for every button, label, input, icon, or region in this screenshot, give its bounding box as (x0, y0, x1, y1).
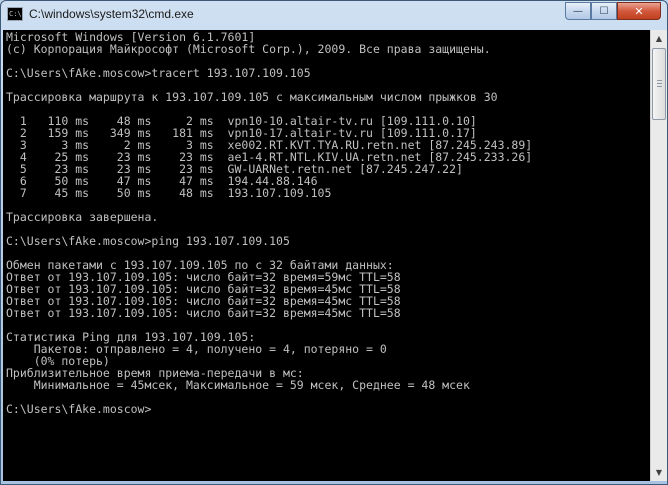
scroll-thumb[interactable] (652, 48, 666, 120)
cmd-app-icon[interactable]: C:\ (7, 7, 23, 21)
console-line: C:\Users\fAke.moscow> (6, 402, 152, 416)
minimize-button[interactable]: — (565, 2, 591, 20)
arrow-up-icon: ▲ (655, 34, 663, 43)
console-line: Ответ от 193.107.109.105: число байт=32 … (6, 306, 401, 320)
close-button[interactable]: ✕ (617, 2, 661, 20)
grip-line (657, 86, 662, 87)
window-title: C:\windows\system32\cmd.exe (29, 7, 194, 21)
maximize-icon: ☐ (599, 5, 609, 17)
vertical-scrollbar[interactable]: ▲ ▼ (650, 30, 667, 481)
console-line: (c) Корпорация Майкрософт (Microsoft Cor… (6, 42, 491, 56)
console-line: C:\Users\fAke.moscow>ping 193.107.109.10… (6, 234, 290, 248)
grip-line (657, 83, 662, 84)
minimize-icon: — (573, 5, 583, 17)
console-line: Трассировка маршрута к 193.107.109.105 с… (6, 90, 498, 104)
maximize-button[interactable]: ☐ (591, 2, 617, 20)
console-output[interactable]: Microsoft Windows [Version 6.1.7601] (c) … (3, 30, 650, 481)
caption-buttons: — ☐ ✕ (565, 2, 661, 20)
console-text: Microsoft Windows [Version 6.1.7601] (c) … (3, 30, 650, 415)
console-line: 7 45 ms 50 ms 48 ms 193.107.109.105 (6, 186, 332, 200)
console-line: Трассировка завершена. (6, 210, 159, 224)
console-line: Минимальное = 45мсек, Максимальное = 59 … (6, 378, 470, 392)
close-icon: ✕ (634, 4, 644, 18)
scroll-up-button[interactable]: ▲ (651, 30, 667, 47)
scroll-down-button[interactable]: ▼ (651, 464, 667, 481)
title-bar[interactable]: C:\ C:\windows\system32\cmd.exe — ☐ ✕ (1, 1, 667, 31)
cmd-window: C:\ C:\windows\system32\cmd.exe — ☐ ✕ Mi… (0, 0, 668, 485)
console-line: C:\Users\fAke.moscow>tracert 193.107.109… (6, 66, 311, 80)
arrow-down-icon: ▼ (655, 468, 663, 477)
grip-line (657, 80, 662, 81)
